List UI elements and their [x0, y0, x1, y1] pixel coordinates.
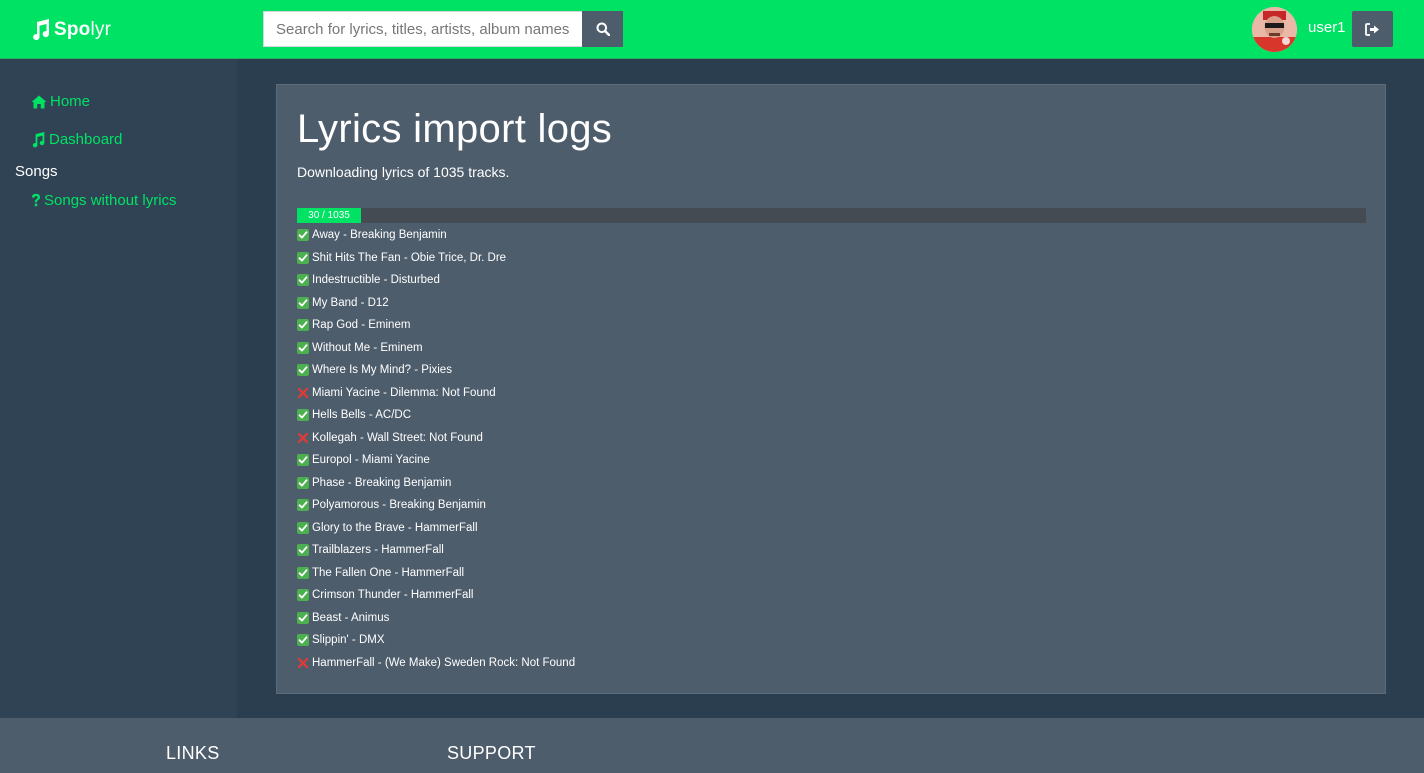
- check-icon: [297, 296, 309, 309]
- log-entry: Shit Hits The Fan - Obie Trice, Dr. Dre: [297, 248, 506, 268]
- log-entry: Miami Yacine - Dilemma: Not Found: [297, 383, 496, 403]
- sidebar-item-home[interactable]: Home: [31, 93, 90, 110]
- import-progress-bar: 30 / 1035: [297, 208, 1366, 223]
- log-entry: Phase - Breaking Benjamin: [297, 473, 451, 493]
- music-note-icon: [32, 131, 45, 147]
- log-entry: Without Me - Eminem: [297, 338, 423, 358]
- sidebar-item-label: Dashboard: [49, 131, 123, 148]
- brand-name-bold: Spo: [54, 19, 91, 40]
- log-entry: Rap God - Eminem: [297, 315, 410, 335]
- sidebar: Home Dashboard Songs Songs without lyric…: [0, 59, 237, 718]
- sign-out-icon: [1365, 22, 1379, 36]
- log-entry: Polyamorous - Breaking Benjamin: [297, 495, 486, 515]
- log-entry: Indestructible - Disturbed: [297, 270, 440, 290]
- log-entry-text: Glory to the Brave - HammerFall: [312, 521, 478, 534]
- log-entry: Crimson Thunder - HammerFall: [297, 585, 473, 605]
- check-icon: [297, 341, 309, 354]
- home-icon: [31, 95, 47, 108]
- check-icon: [297, 566, 309, 579]
- import-log-panel: Lyrics import logs Downloading lyrics of…: [276, 84, 1386, 694]
- cross-icon: [297, 432, 309, 444]
- log-entry-text: Away - Breaking Benjamin: [312, 229, 447, 241]
- log-entry-text: Where Is My Mind? - Pixies: [312, 364, 452, 376]
- check-icon: [297, 611, 309, 624]
- log-entry: Europol - Miami Yacine: [297, 450, 430, 470]
- page-subtitle: Downloading lyrics of 1035 tracks.: [297, 164, 510, 180]
- log-entry-text: The Fallen One - HammerFall: [312, 566, 465, 579]
- log-entry-text: My Band - D12: [312, 296, 389, 309]
- footer: LINKS SUPPORT: [0, 718, 1424, 773]
- log-entry: My Band - D12: [297, 293, 389, 313]
- log-entry-text: Hells Bells - AC/DC: [312, 409, 412, 421]
- sidebar-item-label: Home: [50, 93, 91, 110]
- log-entry-text: Indestructible - Disturbed: [312, 274, 440, 286]
- log-entry-text: Phase - Breaking Benjamin: [312, 476, 452, 489]
- log-entry-text: Europol - Miami Yacine: [312, 454, 430, 466]
- log-entry-text: Slippin' - DMX: [312, 634, 385, 646]
- log-entry: Slippin' - DMX: [297, 630, 385, 650]
- log-entry: The Fallen One - HammerFall: [297, 563, 464, 583]
- search-button[interactable]: [582, 11, 623, 47]
- logout-button[interactable]: [1352, 11, 1393, 47]
- sidebar-section-songs: Songs: [15, 163, 58, 180]
- check-icon: [297, 544, 309, 556]
- page-title: Lyrics import logs: [297, 107, 613, 151]
- check-icon: [297, 476, 309, 489]
- log-entry: Away - Breaking Benjamin: [297, 225, 447, 245]
- footer-links-heading: LINKS: [166, 743, 220, 763]
- log-entry-text: Shit Hits The Fan - Obie Trice, Dr. Dre: [312, 251, 507, 264]
- log-entry: Hells Bells - AC/DC: [297, 405, 411, 425]
- username-label[interactable]: user1: [1308, 19, 1346, 36]
- check-icon: [297, 274, 309, 286]
- question-icon: [32, 193, 40, 207]
- log-entry-text: Miami Yacine - Dilemma: Not Found: [312, 386, 496, 399]
- avatar-image: [1252, 7, 1297, 52]
- check-icon: [297, 319, 309, 331]
- check-icon: [297, 229, 309, 241]
- check-icon: [297, 364, 309, 376]
- search-icon: [596, 22, 610, 36]
- brand-name-rest: lyr: [90, 19, 112, 40]
- cross-icon: [297, 387, 309, 399]
- log-entry-text: Crimson Thunder - HammerFall: [312, 589, 474, 601]
- check-icon: [297, 251, 309, 264]
- log-entry-text: Polyamorous - Breaking Benjamin: [312, 499, 486, 511]
- log-entry-text: Kollegah - Wall Street: Not Found: [312, 431, 483, 444]
- log-entry: Kollegah - Wall Street: Not Found: [297, 428, 483, 448]
- footer-support-heading: SUPPORT: [447, 743, 536, 763]
- check-icon: [297, 521, 309, 534]
- check-icon: [297, 409, 309, 421]
- log-entry: Glory to the Brave - HammerFall: [297, 518, 478, 538]
- sidebar-item-label: Songs without lyrics: [44, 192, 177, 209]
- check-icon: [297, 634, 309, 646]
- log-entry-text: Beast - Animus: [312, 611, 390, 624]
- sidebar-item-songs-without-lyrics[interactable]: Songs without lyrics: [31, 192, 177, 209]
- log-entry-text: Rap God - Eminem: [312, 319, 411, 331]
- check-icon: [297, 589, 309, 601]
- sidebar-item-dashboard[interactable]: Dashboard: [31, 131, 122, 148]
- progress-text: 30 / 1035: [308, 210, 350, 221]
- log-entry-text: Without Me - Eminem: [312, 341, 423, 354]
- log-entry: Where Is My Mind? - Pixies: [297, 360, 452, 380]
- log-entry-text: HammerFall - (We Make) Sweden Rock: Not …: [312, 656, 576, 669]
- search-form: [263, 11, 623, 47]
- log-entry: Trailblazers - HammerFall: [297, 540, 444, 560]
- check-icon: [297, 499, 309, 511]
- music-note-icon: [33, 19, 50, 41]
- log-entry: HammerFall - (We Make) Sweden Rock: Not …: [297, 653, 575, 673]
- avatar[interactable]: [1252, 7, 1297, 52]
- check-icon: [297, 454, 309, 466]
- log-entry-text: Trailblazers - HammerFall: [312, 544, 444, 556]
- brand-logo[interactable]: Spo lyr: [31, 17, 111, 43]
- top-navbar: Spolyr user1: [0, 0, 1424, 59]
- log-entry: Beast - Animus: [297, 608, 389, 628]
- search-input[interactable]: [263, 11, 582, 47]
- cross-icon: [297, 657, 309, 669]
